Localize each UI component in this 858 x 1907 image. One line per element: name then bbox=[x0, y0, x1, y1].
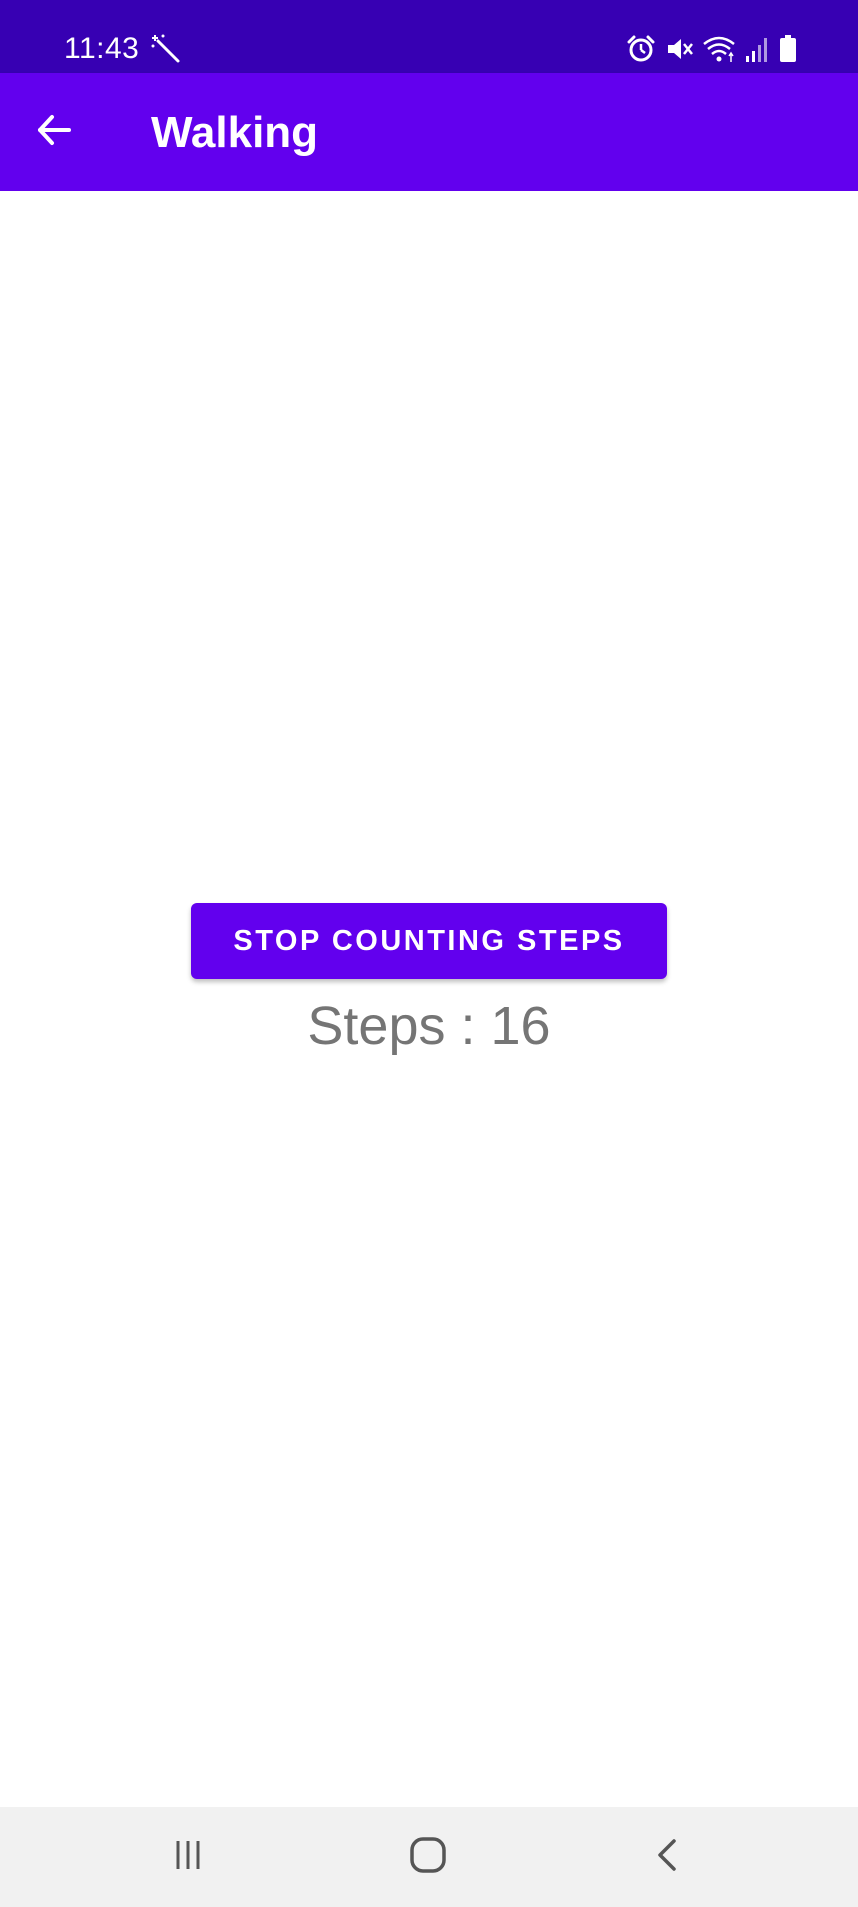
recent-apps-icon bbox=[170, 1837, 206, 1878]
back-icon bbox=[650, 1837, 686, 1878]
system-nav-bar bbox=[0, 1807, 858, 1907]
alarm-icon bbox=[626, 34, 656, 64]
signal-icon bbox=[744, 34, 770, 64]
wifi-icon bbox=[702, 34, 736, 64]
back-button[interactable] bbox=[22, 100, 86, 164]
steps-value: 16 bbox=[490, 996, 551, 1056]
home-icon bbox=[408, 1835, 448, 1880]
app-bar: Walking bbox=[0, 73, 858, 191]
main-content: STOP COUNTING STEPS Steps : 16 bbox=[0, 191, 858, 1807]
recent-apps-button[interactable] bbox=[148, 1827, 228, 1887]
arrow-back-icon bbox=[36, 112, 72, 153]
page-title: Walking bbox=[151, 108, 319, 157]
status-time: 11:43 bbox=[64, 32, 140, 65]
status-bar: 11:43 bbox=[0, 0, 858, 73]
nav-back-button[interactable] bbox=[628, 1827, 708, 1887]
home-button[interactable] bbox=[388, 1827, 468, 1887]
steps-label: Steps : bbox=[307, 996, 476, 1056]
stop-counting-steps-button[interactable]: STOP COUNTING STEPS bbox=[191, 903, 667, 979]
magic-wand-icon bbox=[150, 33, 182, 65]
battery-icon bbox=[778, 34, 798, 64]
steps-counter: Steps : 16 bbox=[0, 994, 858, 1058]
screen: 11:43 Walking STOP COUNTING STEPS Steps … bbox=[0, 0, 858, 1907]
mute-icon bbox=[664, 34, 694, 64]
status-icons bbox=[626, 33, 798, 65]
